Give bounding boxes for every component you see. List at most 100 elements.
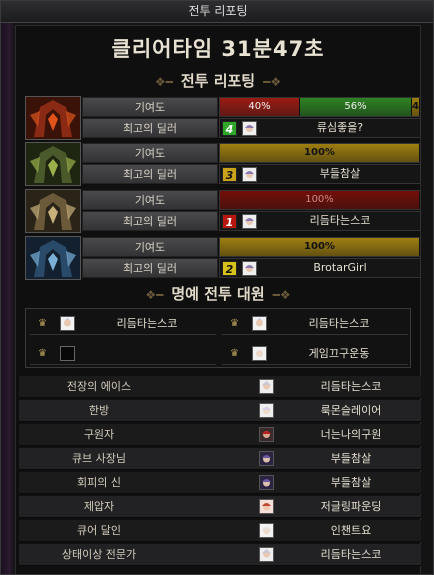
award-winner-name: 리듬타는스코 [320,548,382,561]
best-dealer-label: 최고의 딜러 [82,118,218,138]
award-row[interactable]: 제압자 저글링파운딩 [19,496,421,518]
avatar [242,214,257,229]
rank-badge: 1 [222,214,237,229]
award-row[interactable]: 회피의 신 부들참살 [19,472,421,494]
award-row[interactable]: 전장의 에이스 리듬타는스코 [19,376,421,398]
best-dealer-label: 최고의 딜러 [82,164,218,184]
contribution-bar: 100% [219,143,421,163]
contribution-segment: 100% [220,238,420,256]
best-dealer[interactable]: 4 류심좋을? [219,118,421,138]
award-title: 상태이상 전문가 [61,548,137,561]
gold-helm-boss-portrait [25,189,81,233]
contribution-segment: 4% [412,98,420,116]
award-row[interactable]: 큐어 달인 인챈트요 [19,520,421,542]
contribution-bar: 40%56%4% [219,97,421,117]
award-winner-name: 부들참살 [330,452,372,465]
award-title: 한방 [88,404,110,417]
best-dealer-name: 리듬타는스코 [309,214,371,227]
contribution-segment: 56% [300,98,412,116]
award-winner-name: 룩몬슬레이어 [320,404,382,417]
avatar [259,427,274,442]
contribution-label: 기여도 [82,237,218,257]
avatar [242,261,257,276]
honor-member-name: 리듬타는스코 [308,317,370,330]
honor-member[interactable]: ♛ 리듬타는스코 [30,313,216,335]
best-dealer[interactable]: 3 부들참살 [219,164,421,184]
flame-helm-boss-portrait [25,96,81,140]
honor-section-header: ❖━ 명예 전투 대원 ━❖ [15,284,421,304]
honor-member-empty: ♛ [30,343,216,365]
crown-icon: ♛ [38,348,47,359]
rank-badge: 3 [222,167,237,182]
honor-member[interactable]: ♛ 리듬타는스코 [222,313,408,335]
best-dealer[interactable]: 1 리듬타는스코 [219,211,421,231]
rank-badge: 4 [222,121,237,136]
report-row: 기여도 최고의 딜러 100% 3 부들참살 [25,142,421,186]
best-dealer-name: 부들참살 [319,167,361,180]
honor-section-title: 명예 전투 대원 [171,285,265,303]
battle-report-window: 전투 리포팅 클리어타임 31분47초 ❖━ 전투 리포팅 ━❖ 기여도 최고의 딜러… [0,0,434,575]
green-helm-boss-portrait [25,142,81,186]
contribution-segment: 100% [220,191,420,209]
avatar [259,403,274,418]
blue-helm-boss-portrait [25,236,81,280]
contribution-label: 기여도 [82,190,218,210]
avatar [259,523,274,538]
honor-member-name: 리듬타는스코 [116,317,178,330]
avatar [242,167,257,182]
award-title: 큐브 사장님 [71,452,127,465]
award-title: 전장의 에이스 [66,380,132,393]
avatar [259,451,274,466]
avatar [252,346,267,361]
report-row: 기여도 최고의 딜러 100% 1 리듬타는스코 [25,189,421,233]
avatar [259,499,274,514]
report-row: 기여도 최고의 딜러 100% 2 BrotarGirl [25,236,421,280]
ornament-left-icon: ❖━ [154,75,173,89]
background-edge [1,23,15,574]
report-section-header: ❖━ 전투 리포팅 ━❖ [15,71,421,91]
best-dealer-name: 류심좋을? [316,121,364,134]
report-section-title: 전투 리포팅 [180,72,256,90]
award-row[interactable]: 한방 룩몬슬레이어 [19,400,421,422]
best-dealer-label: 최고의 딜러 [82,258,218,278]
ornament-right-icon: ━❖ [263,75,282,89]
contribution-label: 기여도 [82,97,218,117]
award-title: 회피의 신 [77,476,121,489]
avatar [60,316,75,331]
award-row[interactable]: 구원자 너는나의구원 [19,424,421,446]
honor-member-name: 게임끄구운동 [308,347,370,360]
award-row[interactable]: 큐브 사장님 부들참살 [19,448,421,470]
crown-icon: ♛ [38,318,47,329]
honor-members-box: ♛ 리듬타는스코 ♛ 리듬타는스코 ♛ ♛ 게임끄구운동 [25,308,411,368]
contribution-segment: 40% [220,98,300,116]
avatar [252,316,267,331]
awards-table: 전장의 에이스 리듬타는스코 한방 룩몬슬레이어 구원자 너는나의구원 큐브 사… [15,376,421,574]
best-dealer-label: 최고의 딜러 [82,211,218,231]
award-winner-name: 저글링파운딩 [320,500,382,513]
ornament-left-icon: ❖━ [145,288,164,302]
empty-avatar-slot [60,346,75,361]
award-winner-name: 너는나의구원 [320,428,382,441]
rank-badge: 2 [222,261,237,276]
report-row: 기여도최고의 딜러40%56%4% 4 류심좋을? [25,96,421,140]
honor-member[interactable]: ♛ 게임끄구운동 [222,343,408,365]
ornament-right-icon: ━❖ [272,288,291,302]
avatar [259,379,274,394]
honor-member-name [82,343,212,365]
avatar [242,121,257,136]
award-title: 구원자 [83,428,115,441]
contribution-bar: 100% [219,190,421,210]
contribution-segment: 100% [220,144,420,162]
crown-icon: ♛ [230,348,239,359]
crown-icon: ♛ [230,318,239,329]
award-winner-name: 리듬타는스코 [320,380,382,393]
contribution-label: 기여도 [82,143,218,163]
window-title: 전투 리포팅 [1,1,433,23]
award-title: 큐어 달인 [77,524,121,537]
best-dealer-name: BrotarGirl [313,261,367,274]
award-winner-name: 부들참살 [330,476,372,489]
avatar [259,547,274,562]
avatar [259,475,274,490]
best-dealer[interactable]: 2 BrotarGirl [219,258,421,278]
award-row[interactable]: 상태이상 전문가 리듬타는스코 [19,544,421,566]
